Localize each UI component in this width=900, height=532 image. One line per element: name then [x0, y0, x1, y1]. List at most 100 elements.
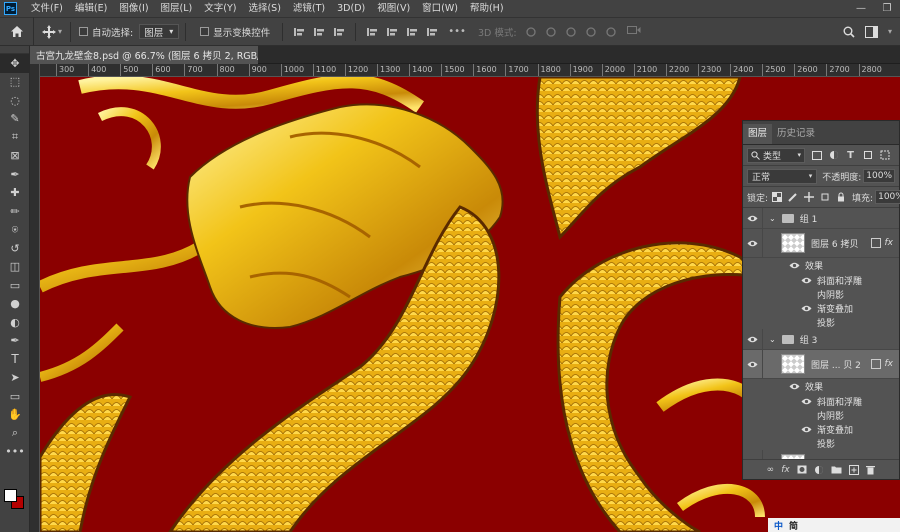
crop-tool-icon[interactable]: ⌗ — [0, 128, 30, 147]
visibility-eye-icon[interactable] — [789, 383, 800, 390]
align-top-icon[interactable] — [365, 25, 379, 39]
gradient-tool-icon[interactable]: ▭ — [0, 276, 30, 295]
workspace-icon[interactable] — [864, 25, 878, 38]
align-right-icon[interactable] — [332, 25, 346, 39]
layer-effect-row[interactable]: 内阴影 — [743, 408, 899, 422]
quick-select-tool-icon[interactable]: ✎ — [0, 110, 30, 129]
move-tool-preset[interactable]: ▾ — [34, 21, 72, 42]
fx-icon[interactable]: fx — [885, 238, 894, 248]
more-options-icon[interactable]: ••• — [448, 26, 466, 37]
layer-effect-row[interactable]: 投影 — [743, 315, 899, 329]
drag-3d-icon[interactable] — [564, 25, 578, 39]
menu-item[interactable]: 文件(F) — [25, 0, 69, 17]
smart-object-filter-icon[interactable] — [879, 150, 890, 161]
slide-3d-icon[interactable] — [584, 25, 598, 39]
image-filter-icon[interactable] — [811, 150, 822, 161]
menu-item[interactable]: 图层(L) — [155, 0, 199, 17]
menu-item[interactable]: 滤镜(T) — [287, 0, 331, 17]
pen-tool-icon[interactable]: ✒ — [0, 332, 30, 351]
vertical-ruler[interactable] — [30, 64, 40, 532]
lock-all-icon[interactable] — [836, 192, 846, 203]
dodge-tool-icon[interactable]: ◐ — [0, 313, 30, 332]
add-style-icon[interactable]: fx — [781, 465, 790, 475]
visibility-eye-icon[interactable] — [801, 305, 812, 312]
color-swatches[interactable] — [4, 487, 26, 511]
orbit-3d-icon[interactable] — [524, 25, 538, 39]
fill-input[interactable]: 100% — [875, 190, 900, 204]
maximize-icon[interactable]: ❐ — [874, 0, 900, 17]
lock-transparent-icon[interactable] — [772, 192, 783, 203]
layer-effect-row[interactable]: 内阴影 — [743, 287, 899, 301]
visibility-eye-icon[interactable] — [743, 208, 763, 228]
new-adjustment-icon[interactable] — [814, 465, 824, 475]
visibility-eye-icon[interactable] — [743, 229, 763, 257]
search-icon[interactable] — [843, 26, 855, 38]
minimize-icon[interactable]: — — [848, 0, 874, 17]
path-select-tool-icon[interactable]: ➤ — [0, 369, 30, 388]
visibility-eye-icon[interactable] — [743, 350, 763, 378]
zoom-tool-icon[interactable]: ⌕ — [0, 424, 30, 443]
menu-item[interactable]: 编辑(E) — [69, 0, 113, 17]
layer-row[interactable]: 图层 ... 贝 2 fx — [743, 350, 899, 379]
layer-effects-row[interactable]: 效果 — [743, 379, 899, 394]
auto-select-checkbox[interactable] — [79, 27, 89, 36]
video-icon[interactable] — [621, 25, 641, 38]
menu-item[interactable]: 选择(S) — [242, 0, 286, 17]
align-hcenter-icon[interactable] — [312, 25, 326, 39]
chevron-down-icon[interactable]: ⌄ — [769, 214, 776, 223]
layer-effect-row[interactable]: 斜面和浮雕 — [743, 273, 899, 287]
layer-effects-row[interactable]: 效果 — [743, 258, 899, 273]
horizontal-ruler[interactable]: 300 400 500 600 700 800 900 1000 1100 1200 1300 140… — [40, 64, 900, 77]
new-group-icon[interactable] — [831, 465, 842, 474]
layer-filter-dropdown[interactable]: 类型 ▾ — [747, 147, 805, 163]
delete-layer-icon[interactable] — [866, 465, 876, 475]
visibility-eye-icon[interactable] — [801, 426, 812, 433]
blur-tool-icon[interactable]: ● — [0, 295, 30, 314]
layer-effect-row[interactable]: 投影 — [743, 436, 899, 450]
menu-item[interactable]: 窗口(W) — [416, 0, 464, 17]
lock-pixels-icon[interactable] — [788, 192, 798, 203]
distribute-icon[interactable] — [425, 25, 439, 39]
more-tools-icon[interactable]: ••• — [0, 443, 30, 462]
home-button[interactable] — [0, 17, 34, 46]
roll-3d-icon[interactable] — [544, 25, 558, 39]
history-brush-tool-icon[interactable]: ↺ — [0, 239, 30, 258]
clone-stamp-tool-icon[interactable]: ⍟ — [0, 221, 30, 240]
ime-indicator[interactable]: 中 — [774, 519, 783, 532]
type-filter-icon[interactable]: T — [845, 150, 856, 161]
opacity-input[interactable]: 100% — [863, 169, 895, 183]
layer-group-row[interactable]: ⌄ 组 3 — [743, 329, 899, 350]
healing-brush-tool-icon[interactable]: ✚ — [0, 184, 30, 203]
eraser-tool-icon[interactable]: ◫ — [0, 258, 30, 277]
move-tool-icon[interactable]: ✥ — [0, 54, 30, 73]
type-tool-icon[interactable]: T — [0, 350, 30, 369]
tab-history[interactable]: 历史记录 — [772, 124, 820, 144]
foreground-color-swatch[interactable] — [4, 489, 17, 502]
layer-effect-row[interactable]: 斜面和浮雕 — [743, 394, 899, 408]
layer-group-row[interactable]: ⌄ 组 1 — [743, 208, 899, 229]
rectangle-tool-icon[interactable]: ▭ — [0, 387, 30, 406]
visibility-eye-icon[interactable] — [743, 329, 763, 349]
scale-3d-icon[interactable] — [604, 25, 618, 39]
lock-position-icon[interactable] — [804, 192, 815, 203]
tab-layers[interactable]: 图层 — [743, 124, 773, 144]
fx-icon[interactable]: fx — [885, 359, 894, 369]
show-transform-checkbox[interactable] — [200, 27, 210, 36]
auto-select-dropdown[interactable]: 图层 ▾ — [139, 24, 180, 39]
visibility-eye-icon[interactable] — [801, 277, 812, 284]
chevron-down-icon[interactable]: ▾ — [888, 27, 892, 36]
lasso-tool-icon[interactable]: ◌ — [0, 91, 30, 110]
visibility-eye-icon[interactable] — [801, 398, 812, 405]
align-left-icon[interactable] — [292, 25, 306, 39]
marquee-tool-icon[interactable]: ⬚ — [0, 73, 30, 92]
blend-mode-dropdown[interactable]: 正常 ▾ — [747, 168, 818, 184]
eyedropper-tool-icon[interactable]: ✒ — [0, 165, 30, 184]
frame-tool-icon[interactable]: ⊠ — [0, 147, 30, 166]
align-vcenter-icon[interactable] — [385, 25, 399, 39]
layer-effect-row[interactable]: 渐变叠加 — [743, 422, 899, 436]
menu-item[interactable]: 3D(D) — [331, 0, 371, 17]
lock-artboard-icon[interactable] — [820, 192, 830, 203]
document-tab[interactable]: 古宫九龙壁金8.psd @ 66.7% (图层 6 拷贝 2, RGB/8#) … — [30, 46, 258, 64]
chevron-down-icon[interactable]: ⌄ — [769, 335, 776, 344]
new-layer-icon[interactable] — [849, 464, 860, 475]
